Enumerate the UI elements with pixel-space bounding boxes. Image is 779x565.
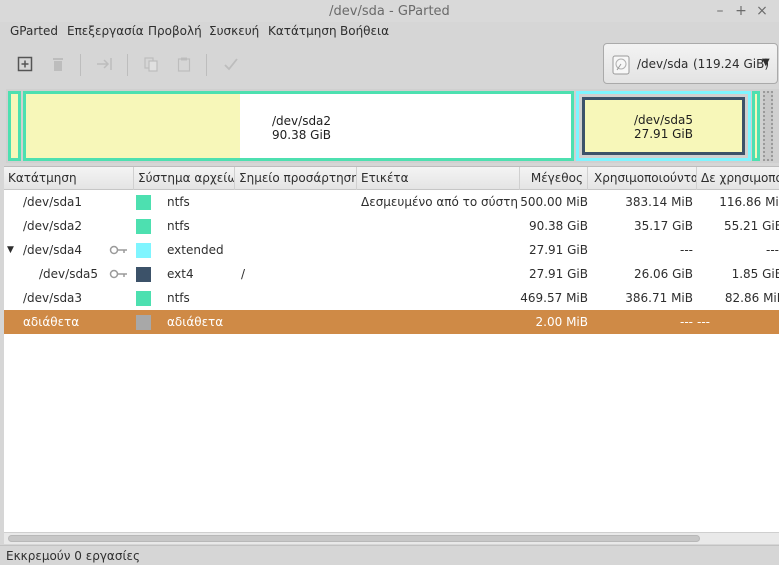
key-icon: [109, 245, 127, 255]
partition-name: αδιάθετα: [23, 315, 80, 329]
status-bar: Εκκρεμούν 0 εργασίες: [0, 545, 779, 565]
fs-color-swatch: [136, 219, 151, 234]
window-title: /dev/sda - GParted: [329, 4, 450, 19]
column-header-filesystem[interactable]: Σύστημα αρχείων: [134, 167, 235, 190]
delete-icon[interactable]: [46, 52, 70, 76]
partition-name: /dev/sda1: [23, 195, 83, 209]
partition-name: /dev/sda3: [23, 291, 83, 305]
partition-used: ---: [680, 315, 693, 329]
fs-color-swatch: [136, 267, 151, 282]
column-header-label[interactable]: Ετικέτα: [357, 167, 520, 190]
key-icon: [109, 269, 127, 279]
partition-used: 26.06 GiB: [633, 267, 693, 281]
scrollbar-thumb[interactable]: [8, 535, 700, 542]
apply-icon[interactable]: [219, 52, 243, 76]
close-icon[interactable]: ×: [753, 2, 771, 20]
column-header-partition[interactable]: Κατάτμηση: [4, 167, 134, 190]
chevron-down-icon: ▼: [762, 57, 770, 68]
partition-size: 2.00 MiB: [535, 315, 588, 329]
mount-point: /: [241, 267, 246, 281]
menu-edit[interactable]: Επεξεργασία: [67, 24, 144, 38]
partition-block-sda4[interactable]: /dev/sda5 27.91 GiB: [576, 91, 751, 161]
filesystem: ntfs: [167, 219, 190, 233]
menu-gparted[interactable]: GParted: [10, 24, 58, 38]
toolbar-separator: [127, 54, 128, 76]
fs-color-swatch: [136, 315, 151, 330]
toolbar-separator: [80, 54, 81, 76]
sda5-map-name: /dev/sda5: [633, 113, 694, 127]
partition-table: Κατάτμηση Σύστημα αρχείων Σημείο προσάρτ…: [4, 166, 779, 532]
column-header-unused[interactable]: Δε χρησιμοποιούνται: [697, 167, 779, 190]
table-row[interactable]: /dev/sda3 ntfs 469.57 MiB 386.71 MiB 82.…: [4, 286, 779, 310]
horizontal-scrollbar[interactable]: [4, 532, 779, 544]
partition-used: ---: [680, 243, 693, 257]
table-header: Κατάτμηση Σύστημα αρχείων Σημείο προσάρτ…: [4, 167, 779, 190]
disk-map: /dev/sda2 90.38 GiB /dev/sda5 27.91 GiB: [6, 89, 779, 163]
device-selector[interactable]: /dev/sda (119.24 GiB) ▼: [603, 43, 778, 84]
partition-block-sda3[interactable]: [752, 91, 760, 161]
expander-triangle-icon[interactable]: ▼: [7, 238, 14, 262]
table-row-selected[interactable]: αδιάθετα αδιάθετα 2.00 MiB --- ---: [4, 310, 779, 334]
device-size: (119.24 GiB): [693, 57, 770, 71]
fs-color-swatch: [136, 291, 151, 306]
used-space-bar: [26, 94, 240, 158]
partition-block-sda5[interactable]: /dev/sda5 27.91 GiB: [582, 97, 745, 155]
filesystem: ntfs: [167, 195, 190, 209]
partition-name: /dev/sda5: [39, 267, 99, 281]
partition-name: /dev/sda4: [23, 243, 83, 257]
partition-size: 90.38 GiB: [528, 219, 588, 233]
sda2-map-name: /dev/sda2: [272, 114, 332, 128]
copy-icon[interactable]: [139, 52, 163, 76]
fs-color-swatch: [136, 243, 151, 258]
column-header-size[interactable]: Μέγεθος: [520, 167, 588, 190]
partition-block-sda1[interactable]: [8, 91, 21, 161]
menu-view[interactable]: Προβολή: [148, 24, 202, 38]
partition-block-sda2[interactable]: /dev/sda2 90.38 GiB: [23, 91, 574, 161]
partition-unused: ---: [697, 315, 710, 329]
fs-color-swatch: [136, 195, 151, 210]
resize-move-icon[interactable]: [93, 52, 117, 76]
partition-unused: 82.86 MiB: [724, 291, 779, 305]
partition-size: 469.57 MiB: [520, 291, 588, 305]
filesystem: αδιάθετα: [167, 315, 224, 329]
partition-unused: ---: [766, 243, 779, 257]
partition-size: 500.00 MiB: [520, 195, 588, 209]
menu-help[interactable]: Βοήθεια: [340, 24, 389, 38]
harddisk-icon: [612, 55, 630, 75]
partition-size: 27.91 GiB: [528, 267, 588, 281]
partition-used: 383.14 MiB: [625, 195, 693, 209]
partition-name: /dev/sda2: [23, 219, 83, 233]
partition-size: 27.91 GiB: [528, 243, 588, 257]
maximize-icon[interactable]: +: [732, 2, 750, 20]
partition-label: Δεσμευμένο από το σύστημα: [361, 195, 519, 209]
column-header-mountpoint[interactable]: Σημείο προσάρτησης: [235, 167, 357, 190]
filesystem: extended: [167, 243, 224, 257]
toolbar-separator: [206, 54, 207, 76]
menu-bar: GParted Επεξεργασία Προβολή Συσκευή Κατά…: [0, 22, 779, 42]
pending-operations-status: Εκκρεμούν 0 εργασίες: [6, 549, 141, 563]
filesystem: ntfs: [167, 291, 190, 305]
menu-partition[interactable]: Κατάτμηση: [268, 24, 337, 38]
partition-used: 35.17 GiB: [633, 219, 693, 233]
partition-unused: 116.86 MiB: [719, 195, 779, 209]
table-row[interactable]: /dev/sda5 ext4 / 27.91 GiB 26.06 GiB 1.8…: [4, 262, 779, 286]
minimize-icon[interactable]: –: [711, 2, 729, 20]
table-row[interactable]: /dev/sda2 ntfs 90.38 GiB 35.17 GiB 55.21…: [4, 214, 779, 238]
partition-unused: 1.85 GiB: [731, 267, 779, 281]
column-header-used[interactable]: Χρησιμοποιούνται: [588, 167, 697, 190]
device-path: /dev/sda: [637, 57, 689, 71]
new-partition-icon[interactable]: [13, 52, 37, 76]
filesystem: ext4: [167, 267, 194, 281]
table-row[interactable]: ▼ /dev/sda4 extended 27.91 GiB --- ---: [4, 238, 779, 262]
partition-unused: 55.21 GiB: [723, 219, 779, 233]
sda5-map-size: 27.91 GiB: [633, 127, 694, 141]
sda2-map-size: 90.38 GiB: [272, 128, 332, 142]
title-bar: /dev/sda - GParted – + ×: [0, 0, 779, 22]
paste-icon[interactable]: [172, 52, 196, 76]
table-row[interactable]: /dev/sda1 ntfs Δεσμευμένο από το σύστημα…: [4, 190, 779, 214]
menu-device[interactable]: Συσκευή: [209, 24, 259, 38]
partition-used: 386.71 MiB: [625, 291, 693, 305]
partition-block-unallocated[interactable]: [763, 91, 773, 161]
